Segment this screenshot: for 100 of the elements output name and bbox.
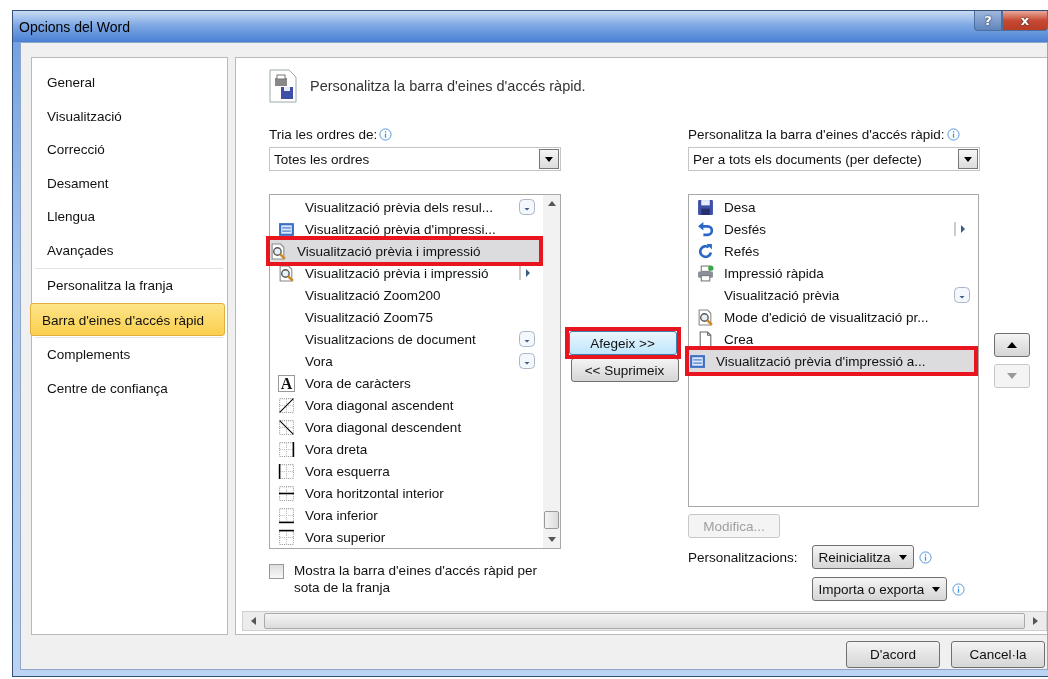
field-label: Personalitza la barra d'eines d'accés ràpid: <box>688 127 945 142</box>
triangle-down-icon <box>1007 373 1017 379</box>
checkbox-label: Mostra la barra d'eines d'accés ràpid per sota de la franja <box>294 562 539 596</box>
toolbar-settings-icon <box>269 69 297 103</box>
list-item[interactable]: Visualització prèvia dels resul... <box>274 196 539 218</box>
scroll-down-icon <box>547 537 556 542</box>
info-icon <box>946 128 960 141</box>
item-label: Refés <box>724 243 761 259</box>
triangle-up-icon <box>1007 342 1017 348</box>
menu-button[interactable]: Reinicialitza <box>811 545 914 569</box>
item-label: Desfés <box>724 221 768 237</box>
list-item[interactable]: Desa <box>693 196 974 218</box>
caret-icon <box>545 156 553 162</box>
border-icon <box>278 462 295 480</box>
item-label: Vora dreta <box>305 441 369 457</box>
item-label: Vora horitzontal interior <box>305 485 445 501</box>
border-icon <box>278 396 295 414</box>
scroll-right-icon <box>1033 617 1038 625</box>
redo-icon <box>697 242 714 260</box>
ok-button[interactable]: D'acord <box>846 641 940 668</box>
field-label: Tria les ordres de: <box>269 127 378 142</box>
item-label: Vora superior <box>305 529 387 545</box>
field-label: Personalitzacions: <box>688 550 798 567</box>
item-label: Visualització prèvia d'impressió a... <box>716 353 927 369</box>
sidebar-item[interactable]: Centre de confiança <box>34 371 225 405</box>
item-label: Visualització Zoom75 <box>305 309 435 325</box>
list-item[interactable]: Impressió ràpida <box>693 262 974 284</box>
item-label: Vora de caràcters <box>305 375 412 391</box>
border-icon <box>278 528 295 546</box>
sidebar-item[interactable]: Avançades <box>34 233 225 267</box>
list-item[interactable]: Vora diagonal ascendent <box>274 394 539 416</box>
item-label: Visualització prèvia i impressió <box>305 265 490 281</box>
list-item[interactable]: Visualització Zoom200 <box>274 284 539 306</box>
list-item[interactable]: Mode d'edició de visualització pr... <box>693 306 974 328</box>
magnifier-page-icon <box>270 242 287 260</box>
list-item[interactable]: Visualització prèvia <box>693 284 974 306</box>
undo-icon <box>697 220 714 238</box>
list-item[interactable]: Desfés <box>693 218 974 240</box>
scroll-left-icon <box>251 617 256 625</box>
list-item[interactable]: Visualització prèvia d'impressi... <box>274 218 539 240</box>
sidebar-item[interactable]: Barra d'eines d'accés ràpid <box>30 302 225 336</box>
scroll-up-icon <box>547 201 556 206</box>
sidebar-item[interactable]: Visualització <box>34 99 225 133</box>
info-icon <box>918 550 932 564</box>
add-button[interactable]: Afegeix >> <box>568 331 677 355</box>
list-item[interactable]: Vora <box>274 350 539 372</box>
screen-icon <box>278 220 295 238</box>
sidebar-item[interactable]: Desament <box>34 166 225 200</box>
item-label: Visualitzacions de document <box>305 331 477 347</box>
list-item[interactable]: Visualització prèvia i impressió <box>274 262 539 284</box>
item-label: Visualització prèvia d'impressi... <box>305 221 497 237</box>
item-label: Crea <box>724 331 755 347</box>
list-item[interactable]: Visualització Zoom75 <box>274 306 539 328</box>
dropdown[interactable]: Per a tots els documents (per defecte) <box>688 147 980 171</box>
caret-icon <box>932 586 941 592</box>
scrollbar[interactable] <box>543 195 560 548</box>
item-label: Visualització prèvia i impressió <box>297 243 482 259</box>
item-label: Mode d'edició de visualització pr... <box>724 309 930 325</box>
close-button[interactable]: x <box>1002 11 1048 31</box>
list-item[interactable]: Vora horitzontal interior <box>274 482 539 504</box>
info-icon <box>952 582 966 596</box>
remove-button[interactable]: << Suprimeix <box>570 358 679 382</box>
item-label: Vora inferior <box>305 507 379 523</box>
list-item[interactable]: Refés <box>693 240 974 262</box>
sidebar-item[interactable]: Personalitza la franja <box>34 269 225 303</box>
list-item[interactable]: Visualització prèvia i impressió <box>270 240 539 262</box>
magnifier-page-icon <box>278 264 295 282</box>
printer-icon <box>697 264 714 282</box>
window-title: Opcions del Word <box>19 18 130 35</box>
item-label: Vora <box>305 353 334 369</box>
checkbox[interactable] <box>269 564 284 579</box>
caret-icon <box>898 554 907 560</box>
list-item[interactable]: Vora dreta <box>274 438 539 460</box>
list-item[interactable]: Vora diagonal descendent <box>274 416 539 438</box>
dropdown[interactable]: Totes les ordres <box>269 147 561 171</box>
font-icon: A <box>278 374 295 392</box>
caret-icon <box>964 156 972 162</box>
sidebar-item[interactable]: General <box>34 66 225 100</box>
list-item[interactable]: A Vora de caràcters <box>274 372 539 394</box>
item-label: Vora diagonal descendent <box>305 419 463 435</box>
menu-button[interactable]: Importa o exporta <box>811 577 948 601</box>
info-icon <box>379 128 393 141</box>
list-item[interactable]: Visualitzacions de document <box>274 328 539 350</box>
list-item[interactable]: Visualització prèvia d'impressió a... <box>689 350 974 372</box>
move-up-button[interactable] <box>994 333 1030 357</box>
list-item[interactable]: Vora esquerra <box>274 460 539 482</box>
list-item[interactable]: Vora superior <box>274 526 539 548</box>
horizontal-scrollbar[interactable] <box>242 611 1047 631</box>
border-icon <box>278 484 295 502</box>
screen-icon <box>689 352 706 370</box>
scrollbar-thumb[interactable] <box>544 511 559 529</box>
list-item[interactable]: Crea <box>693 328 974 350</box>
item-label: Vora esquerra <box>305 463 391 479</box>
sidebar-item[interactable]: Correcció <box>34 133 225 167</box>
cancel-button[interactable]: Cancel·la <box>951 641 1045 668</box>
sidebar-item[interactable]: Llengua <box>34 200 225 234</box>
sidebar-item[interactable]: Complements <box>34 338 225 372</box>
list-item[interactable]: Vora inferior <box>274 504 539 526</box>
item-label: Visualització prèvia <box>724 287 841 303</box>
scrollbar-thumb[interactable] <box>264 613 1025 629</box>
